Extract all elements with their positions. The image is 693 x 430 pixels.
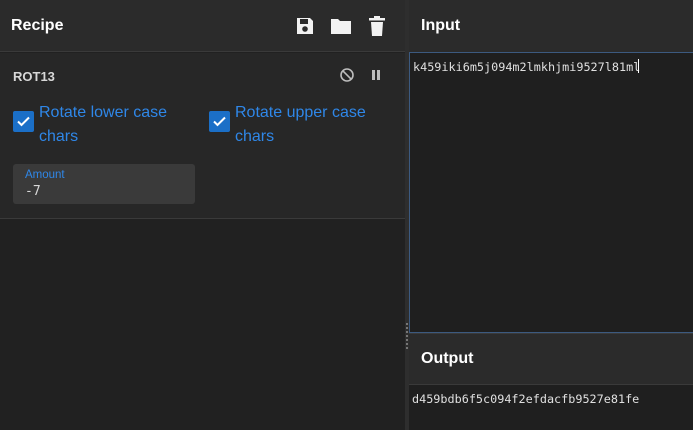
- input-text[interactable]: k459iki6m5j094m2lmkhjmi9527l81ml: [413, 59, 640, 74]
- recipe-pane: Recipe ROT13 Rotate lower case chars Rot…: [0, 0, 405, 430]
- amount-label: Amount: [25, 169, 65, 181]
- input-header: Input: [409, 0, 693, 52]
- pause-icon[interactable]: [370, 68, 382, 82]
- checkbox-checked-icon[interactable]: [13, 111, 34, 132]
- checkbox-checked-icon[interactable]: [209, 111, 230, 132]
- operation-rot13: ROT13 Rotate lower case chars Rotate upp…: [0, 53, 405, 219]
- recipe-title: Recipe: [11, 16, 64, 34]
- trash-icon[interactable]: [365, 14, 389, 38]
- output-pane: Output d459bdb6f5c094f2efdacfb9527e81fe: [409, 333, 693, 430]
- text-caret: [638, 59, 640, 73]
- output-textarea[interactable]: d459bdb6f5c094f2efdacfb9527e81fe: [409, 385, 693, 430]
- input-title: Input: [421, 17, 461, 34]
- rotate-upper-checkbox[interactable]: Rotate upper case chars: [209, 101, 375, 149]
- output-header: Output: [409, 333, 693, 385]
- save-icon[interactable]: [293, 14, 317, 38]
- rotate-lower-checkbox[interactable]: Rotate lower case chars: [13, 101, 179, 149]
- operation-name: ROT13: [13, 69, 55, 84]
- amount-value[interactable]: -7: [25, 184, 41, 199]
- rotate-upper-label: Rotate upper case chars: [235, 104, 366, 145]
- output-title: Output: [421, 350, 474, 367]
- disable-icon[interactable]: [339, 67, 355, 83]
- cyberchef-app: Recipe ROT13 Rotate lower case chars Rot…: [0, 0, 693, 430]
- recipe-toolbar: [293, 14, 401, 38]
- resize-grip[interactable]: [406, 322, 408, 350]
- amount-field[interactable]: Amount -7: [13, 164, 195, 204]
- input-pane: Input k459iki6m5j094m2lmkhjmi9527l81ml: [409, 0, 693, 333]
- rotate-lower-label: Rotate lower case chars: [39, 104, 168, 145]
- output-text[interactable]: d459bdb6f5c094f2efdacfb9527e81fe: [412, 392, 639, 406]
- input-textarea[interactable]: k459iki6m5j094m2lmkhjmi9527l81ml: [409, 52, 693, 333]
- folder-icon[interactable]: [329, 14, 353, 38]
